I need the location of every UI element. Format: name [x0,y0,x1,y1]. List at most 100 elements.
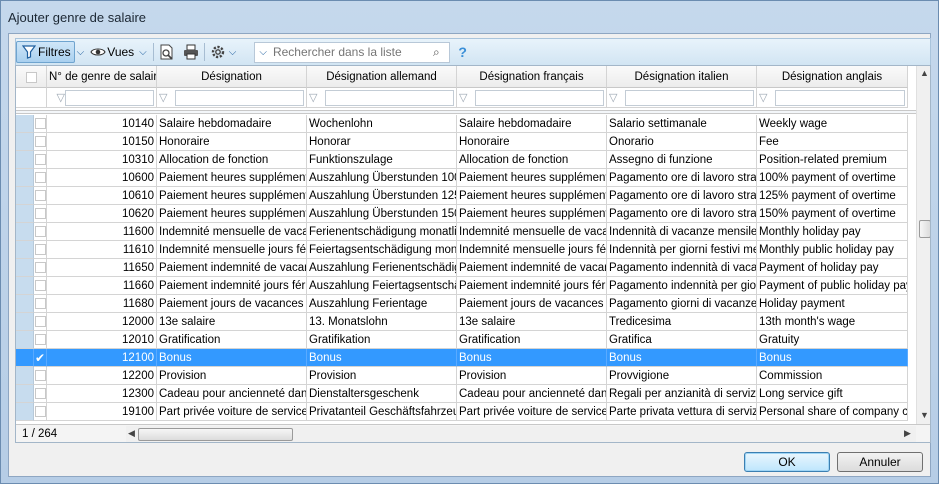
filter-icon[interactable]: ▽ [309,91,325,105]
row-selector[interactable] [16,385,34,403]
row-selector[interactable] [16,151,34,169]
row-selector[interactable] [16,277,34,295]
column-header-french[interactable]: Désignation français [457,66,607,88]
row-checkbox[interactable] [34,313,47,331]
column-header-italian[interactable]: Désignation italien [607,66,757,88]
row-checkbox[interactable] [34,367,47,385]
filter-icon[interactable]: ▽ [459,91,475,105]
row-checkbox[interactable] [34,241,47,259]
search-box[interactable]: ⌵ ⌕ [254,41,451,63]
table-row[interactable]: 11680 Paiement jours de vacances Auszahlun… [16,295,916,313]
filter-icon[interactable]: ▽ [159,91,175,105]
row-selector[interactable] [16,367,34,385]
horizontal-scrollbar[interactable]: ◀ ▶ [126,425,916,442]
filter-cell: ▽ [307,88,457,108]
row-checkbox[interactable] [34,205,47,223]
column-header-designation[interactable]: Désignation [157,66,307,88]
row-checkbox[interactable] [34,115,47,133]
table-row[interactable]: 12000 13e salaire 13. Monatslohn 13e salair… [16,313,916,331]
table-row[interactable]: ✔ 12100 Bonus Bonus Bonus Bonus Bonus [16,349,916,367]
row-selector[interactable] [16,331,34,349]
vertical-scrollbar[interactable]: ▲ ▼ [916,66,930,424]
scrollbar-thumb[interactable] [919,220,930,238]
filter-input[interactable] [325,89,454,106]
table-row[interactable]: 10600Paiement heures supplémentairesAusz… [16,169,916,187]
scroll-up-icon[interactable]: ▲ [920,68,929,78]
cancel-button[interactable]: Annuler [837,452,923,472]
row-selector[interactable] [16,169,34,187]
gear-icon[interactable] [209,43,227,61]
printer-icon[interactable] [182,43,200,61]
views-button[interactable]: Vues [86,41,137,63]
filter-input[interactable] [475,89,604,106]
row-selector[interactable] [16,223,34,241]
filter-input[interactable] [65,89,154,106]
scroll-down-icon[interactable]: ▼ [920,410,929,420]
table-row[interactable]: 10620Paiement heures supplémentairesAusz… [16,205,916,223]
filter-icon[interactable]: ▽ [759,91,775,105]
table-row[interactable]: 12200 Provision Provision Provision Provvigi… [16,367,916,385]
row-checkbox[interactable] [34,277,47,295]
search-icon[interactable]: ⌕ [433,45,440,60]
filter-input[interactable] [175,89,304,106]
table-row[interactable]: 12010 Gratification Gratifikation Gratifica… [16,331,916,349]
table-row[interactable]: 10150 Honoraire Honorar Honoraire Onorario Fe… [16,133,916,151]
table-cell: 12010 [47,331,157,349]
row-selector[interactable] [16,313,34,331]
row-checkbox[interactable] [34,169,47,187]
row-selector[interactable] [16,205,34,223]
table-row[interactable]: 11650Paiement indemnité de vacancesAusza… [16,259,916,277]
row-selector[interactable] [16,187,34,205]
help-icon[interactable]: ? [458,44,467,60]
ok-button[interactable]: OK [744,452,830,472]
row-selector[interactable] [16,133,34,151]
row-selector[interactable] [16,241,34,259]
scrollbar-thumb[interactable] [138,427,293,441]
table-row[interactable]: 11600Indemnité mensuelle de vacancesFeri… [16,223,916,241]
scroll-left-icon[interactable]: ◀ [128,428,135,439]
table-cell: Pagamento ore di lavoro straordinario [607,205,757,223]
row-checkbox[interactable] [34,223,47,241]
table-row[interactable]: 12300 Cadeau pour ancienneté dans Dienstal… [16,385,916,403]
row-checkbox[interactable] [34,385,47,403]
table-cell: 12300 [47,385,157,403]
filters-button[interactable]: Filtres [16,41,75,63]
row-checkbox[interactable] [34,331,47,349]
print-preview-icon[interactable] [158,43,176,61]
table-cell: Weekly wage [757,115,908,133]
filter-input[interactable] [775,89,905,106]
column-header-english[interactable]: Désignation anglais [757,66,908,88]
row-selector[interactable] [16,349,34,367]
row-checkbox[interactable] [34,403,47,421]
table-row[interactable]: 10610Paiement heures supplémentairesAusz… [16,187,916,205]
chevron-down-icon[interactable]: ⌵ [77,47,85,58]
search-input[interactable] [272,45,433,59]
row-selector[interactable] [16,115,34,133]
row-checkbox[interactable] [34,187,47,205]
column-header-german[interactable]: Désignation allemand [307,66,457,88]
row-selector[interactable] [16,295,34,313]
row-checkbox[interactable] [34,151,47,169]
column-header-number[interactable]: N° de genre de salaire [47,66,157,88]
chevron-down-icon[interactable]: ⌵ [139,47,147,58]
select-all-header[interactable] [16,66,47,88]
row-selector[interactable] [16,403,34,421]
table-row[interactable]: 10140 Salaire hebdomadaire Wochenlohn Salai… [16,115,916,133]
row-checkbox[interactable] [34,295,47,313]
row-checkbox[interactable] [34,259,47,277]
table-row[interactable]: 11610Indemnité mensuelle jours fériésFei… [16,241,916,259]
header-divider [16,110,916,114]
row-checkbox[interactable] [34,133,47,151]
chevron-down-icon[interactable]: ⌵ [229,47,237,58]
filter-input[interactable] [625,89,754,106]
table-row[interactable]: 11660 Paiement indemnité jours fériés Ausz… [16,277,916,295]
table-row[interactable]: 10310 Allocation de fonction Funktionszula… [16,151,916,169]
dialog-window: Ajouter genre de salaire Filtres ⌵ Vues … [0,0,939,484]
filter-icon[interactable]: ▽ [609,91,625,105]
chevron-down-icon[interactable]: ⌵ [259,47,267,58]
table-row[interactable]: 19100 Part privée voiture de service Priva… [16,403,916,421]
row-selector[interactable] [16,259,34,277]
filter-icon[interactable]: ▽ [49,91,65,105]
scroll-right-icon[interactable]: ▶ [904,428,911,439]
row-checkbox[interactable]: ✔ [34,349,47,367]
